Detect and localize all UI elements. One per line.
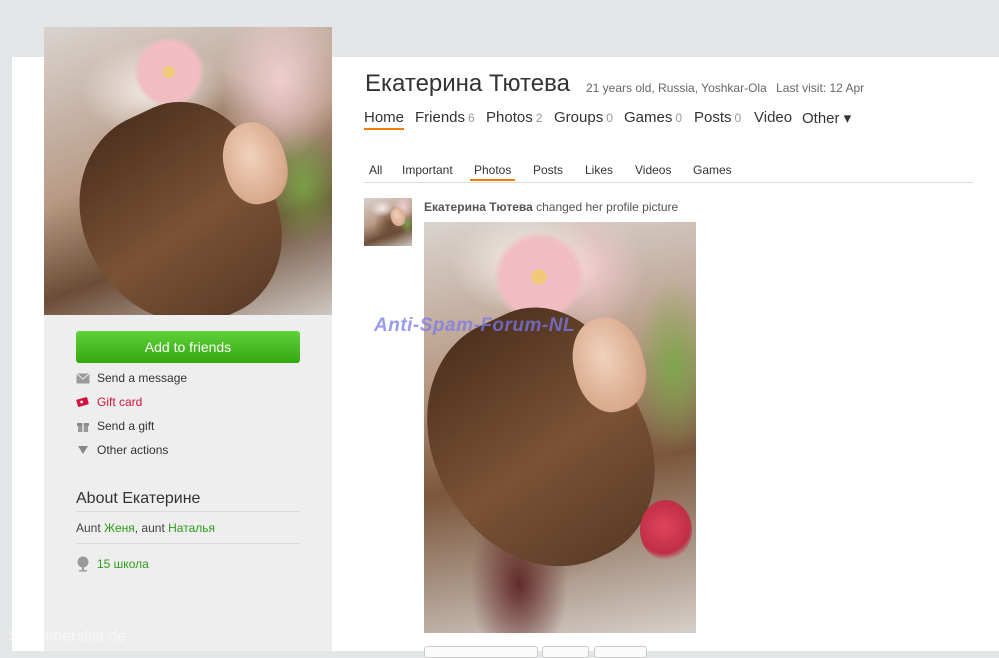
add-to-friends-button[interactable]: Add to friends	[76, 331, 300, 363]
send-gift-action[interactable]: Send a gift	[76, 416, 154, 436]
nav-groups-label: Groups	[554, 109, 604, 126]
feed-author-thumbnail[interactable]	[364, 198, 412, 246]
nav-friends[interactable]: Friends 6	[415, 109, 475, 126]
subtab-likes[interactable]: Likes	[585, 163, 613, 177]
school-pin-icon	[76, 556, 90, 572]
feed-share-button[interactable]	[594, 646, 647, 658]
nav-home[interactable]: Home	[364, 109, 405, 130]
nav-photos-count: 2	[535, 111, 543, 125]
nav-friends-count: 6	[468, 111, 475, 125]
profile-details: 21 years old, Russia, Yoshkar-Ola	[586, 81, 767, 95]
about-title: About Екатерине	[76, 490, 201, 507]
send-message-action[interactable]: Send a message	[76, 368, 187, 388]
rose-shape	[640, 500, 692, 560]
profile-name: Екатерина Тютева	[365, 70, 570, 97]
relatives-line: Aunt Женя, aunt Наталья	[76, 521, 215, 535]
subtab-important[interactable]: Important	[402, 163, 453, 177]
nav-video[interactable]: Video	[754, 109, 792, 126]
envelope-icon	[76, 371, 90, 385]
divider	[76, 511, 300, 512]
send-message-label: Send a message	[97, 371, 188, 385]
profile-meta: 21 years old, Russia, Yoshkar-Ola Last v…	[586, 81, 864, 95]
school-link: 15 школа	[97, 557, 149, 571]
feed-action: changed her profile picture	[536, 200, 679, 214]
feed-subtabs: All Important Photos Posts Likes Videos …	[364, 160, 973, 183]
feed-entry-text: Екатерина Тютева changed her profile pic…	[424, 200, 678, 214]
school-item[interactable]: 15 школа	[76, 556, 149, 572]
subtab-posts[interactable]: Posts	[533, 163, 563, 177]
relative-link-natalya[interactable]: Наталья	[168, 521, 215, 535]
gift-card-label: Gift card	[97, 395, 143, 409]
aunt2-label: , aunt	[134, 521, 165, 535]
watermark-bottom: Scammerslist.de	[8, 628, 127, 645]
nav-games-label: Games	[624, 109, 673, 126]
divider	[76, 543, 300, 544]
feed-like-button[interactable]	[424, 646, 538, 658]
nav-games[interactable]: Games 0	[624, 109, 682, 126]
subtab-photos[interactable]: Photos	[470, 163, 516, 181]
nav-groups[interactable]: Groups 0	[554, 109, 613, 126]
gift-card-action[interactable]: Gift card	[76, 392, 142, 412]
feed-photo[interactable]	[424, 222, 696, 633]
nav-other[interactable]: Other ▾	[802, 109, 851, 127]
subtab-games[interactable]: Games	[693, 163, 732, 177]
subtab-all[interactable]: All	[369, 163, 382, 177]
nav-posts[interactable]: Posts 0	[694, 109, 741, 126]
feed-author-link[interactable]: Екатерина Тютева	[424, 200, 533, 214]
nav-friends-label: Friends	[415, 109, 466, 126]
other-actions-action[interactable]: Other actions	[76, 440, 168, 460]
nav-photos[interactable]: Photos 2	[486, 109, 542, 126]
gift-card-icon	[76, 395, 90, 409]
feed-comment-button[interactable]	[542, 646, 589, 658]
other-actions-label: Other actions	[97, 443, 169, 457]
gift-icon	[76, 419, 90, 433]
subtab-videos[interactable]: Videos	[635, 163, 671, 177]
last-visit: Last visit: 12 Apr	[776, 81, 865, 95]
watermark-center: Anti-Spam-Forum-NL	[374, 315, 576, 336]
triangle-down-icon	[76, 443, 90, 457]
nav-groups-count: 0	[606, 111, 613, 125]
relative-link-zhenya[interactable]: Женя	[104, 521, 135, 535]
nav-photos-label: Photos	[486, 109, 533, 126]
send-gift-label: Send a gift	[97, 419, 155, 433]
nav-posts-label: Posts	[694, 109, 732, 126]
nav-games-count: 0	[675, 111, 683, 125]
profile-avatar[interactable]	[44, 27, 332, 315]
flower-shape	[134, 37, 204, 107]
aunt-label: Aunt	[76, 521, 101, 535]
nav-posts-count: 0	[734, 111, 742, 125]
